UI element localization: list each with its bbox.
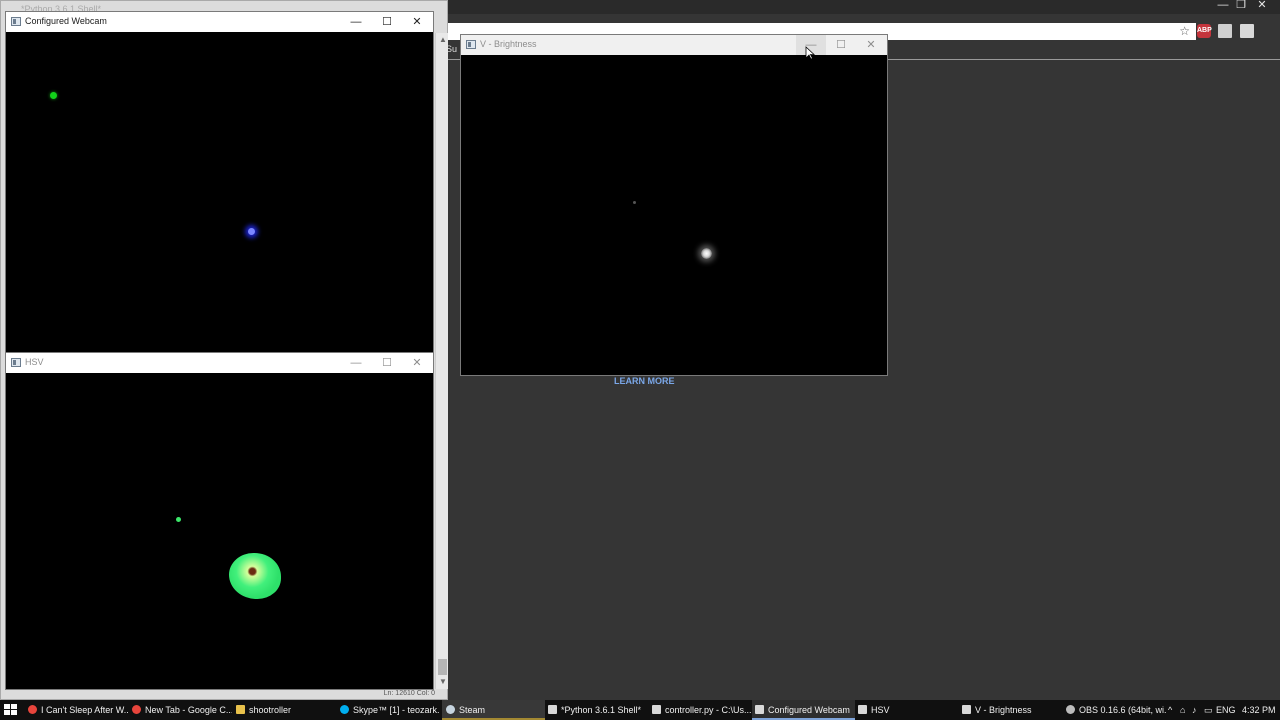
window-icon [962,705,971,714]
steam-icon [446,705,455,714]
maximize-button[interactable]: ☐ [372,353,402,373]
taskbar-item-label: Steam [459,705,486,715]
minimize-button[interactable]: — [341,353,371,373]
taskbar-item-new-tab[interactable]: New Tab - Google C... [132,700,232,720]
scroll-up-arrow-icon[interactable]: ▲ [439,35,447,44]
learn-more-link[interactable]: LEARN MORE [614,376,675,386]
skype-icon [340,705,349,714]
notification-icon[interactable]: ▭ [1204,700,1213,720]
minimize-button[interactable]: — [341,12,371,32]
clock[interactable]: 4:32 PM [1242,700,1276,720]
browser-minimize-button[interactable]: — [1213,0,1233,12]
taskbar-item-hsv[interactable]: HSV [858,700,958,720]
chrome-icon [28,705,37,714]
taskbar-item-label: Skype™ [1] - teozark... [353,705,440,715]
bright-spot [701,248,712,259]
language-indicator[interactable]: ENG [1216,700,1236,720]
folder-icon [236,705,245,714]
mouse-cursor-icon [805,46,815,60]
scroll-down-arrow-icon[interactable]: ▼ [439,677,447,686]
extension-icon[interactable] [1218,24,1232,38]
taskbar-item-obs[interactable]: OBS 0.16.6 (64bit, wi... [1066,700,1166,720]
taskbar-item-label: New Tab - Google C... [145,705,232,715]
green-hsv-blob [229,553,281,599]
webcam-feed [6,32,433,352]
taskbar-item-label: *Python 3.6.1 Shell* [561,705,642,715]
browser-restore-button[interactable]: ❐ [1231,0,1251,12]
taskbar-item-v-brightness[interactable]: V - Brightness [962,700,1062,720]
taskbar-item-youtube[interactable]: I Can't Sleep After W... [28,700,128,720]
python-icon [652,705,661,714]
system-tray: ^ ⌂ ♪ ▭ ENG 4:32 PM [1168,700,1280,720]
obs-icon [1066,705,1075,714]
taskbar-item-label: Configured Webcam [768,705,850,715]
close-button[interactable]: ✕ [402,12,432,32]
taskbar-item-controller-py[interactable]: controller.py - C:\Us... [652,700,752,720]
python-shell-status: Ln: 12610 Col: 0 [383,690,435,697]
taskbar: I Can't Sleep After W... New Tab - Googl… [0,700,1280,720]
configured-webcam-window[interactable]: Configured Webcam — ☐ ✕ [5,11,434,353]
taskbar-item-label: V - Brightness [975,705,1032,715]
vertical-scrollbar[interactable]: ▲ ▼ [435,33,448,689]
maximize-button[interactable]: ☐ [372,12,402,32]
chrome-icon [132,705,141,714]
taskbar-item-shootroller[interactable]: shootroller [236,700,336,720]
taskbar-item-label: I Can't Sleep After W... [41,705,128,715]
small-green-dot [176,517,181,522]
show-hidden-icons-chevron-icon[interactable]: ^ [1168,700,1172,720]
hsv-feed [6,373,433,689]
window-icon [858,705,867,714]
window-icon [755,705,764,714]
maximize-button[interactable]: ☐ [826,35,856,55]
windows-start-icon[interactable] [4,704,18,717]
scrollbar-thumb[interactable] [438,659,447,675]
close-button[interactable]: ✕ [856,35,886,55]
close-button[interactable]: ✕ [402,353,432,373]
bookmark-star-icon[interactable]: ☆ [1179,24,1190,39]
browser-close-button[interactable]: ✕ [1252,0,1272,12]
green-tracking-dot [50,92,57,99]
brightness-window[interactable]: V - Brightness — ☐ ✕ [460,34,888,376]
faint-dot [633,201,636,204]
window-app-icon [466,40,476,49]
volume-icon[interactable]: ♪ [1192,700,1197,720]
window-titlebar[interactable]: V - Brightness — ☐ ✕ [461,35,887,55]
brightness-feed [461,55,887,375]
taskbar-item-python-shell[interactable]: *Python 3.6.1 Shell* [548,700,648,720]
taskbar-item-label: OBS 0.16.6 (64bit, wi... [1079,705,1166,715]
taskbar-item-label: HSV [871,705,890,715]
window-title: V - Brightness [480,39,537,49]
python-icon [548,705,557,714]
blue-light-dot [248,228,255,235]
taskbar-item-skype[interactable]: Skype™ [1] - teozark... [340,700,440,720]
chrome-menu-icon[interactable] [1240,24,1254,38]
network-icon[interactable]: ⌂ [1180,700,1185,720]
taskbar-item-configured-webcam[interactable]: Configured Webcam [752,700,855,720]
taskbar-item-label: shootroller [249,705,292,715]
window-titlebar[interactable]: HSV — ☐ ✕ [6,353,433,373]
adblock-extension-icon[interactable]: ABP [1197,24,1212,38]
hsv-window[interactable]: HSV — ☐ ✕ [5,352,434,690]
window-app-icon [11,358,21,367]
window-title: HSV [25,357,44,367]
taskbar-item-label: controller.py - C:\Us... [665,705,752,715]
window-app-icon [11,17,21,26]
window-title: Configured Webcam [25,16,107,26]
window-titlebar[interactable]: Configured Webcam — ☐ ✕ [6,12,433,32]
taskbar-item-steam[interactable]: Steam [442,700,545,720]
